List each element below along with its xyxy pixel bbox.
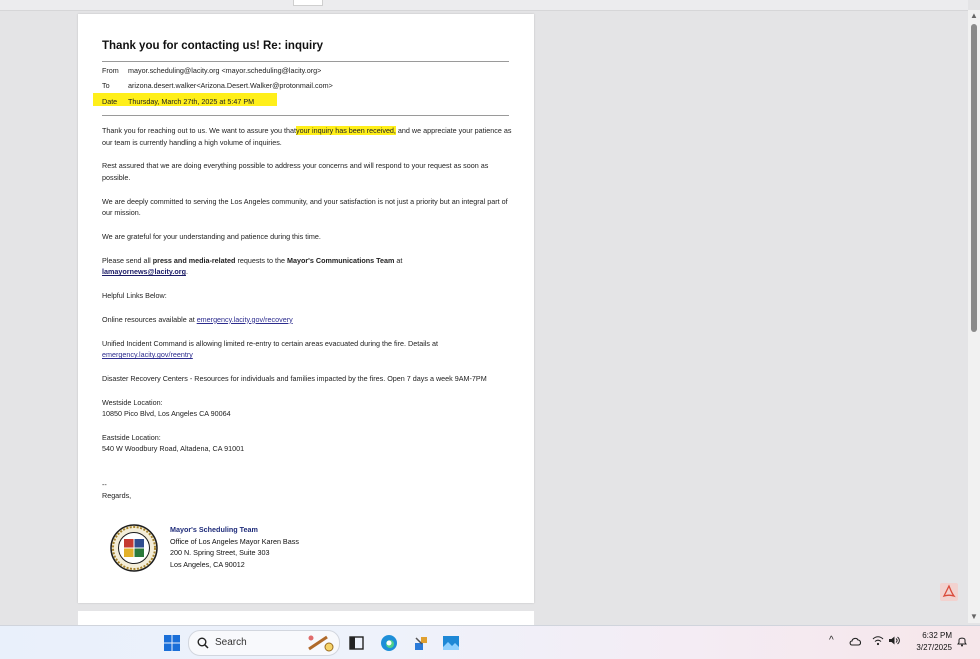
signature-name: Mayor's Scheduling Team <box>170 525 258 534</box>
search-placeholder: Search <box>215 637 247 648</box>
cloud-icon[interactable] <box>849 635 862 647</box>
signature-city: Los Angeles, CA 90012 <box>170 560 245 570</box>
reentry-link[interactable]: emergency.lacity.gov/reentry <box>102 350 193 359</box>
volume-icon[interactable] <box>888 635 900 646</box>
clock-date: 3/27/2025 <box>916 643 952 652</box>
paragraph-recovery: Online resources available at emergency.… <box>102 314 293 324</box>
taskbar: Search ^ 6:32 PM 3/27/2025 <box>0 625 980 659</box>
signature-street: 200 N. Spring Street, Suite 303 <box>170 548 270 558</box>
app-tools-icon[interactable] <box>412 634 430 652</box>
viewer-top-strip <box>0 0 968 11</box>
from-label: From <box>102 66 119 75</box>
scroll-down-arrow-icon[interactable]: ▼ <box>970 613 978 621</box>
notification-bell-icon[interactable] <box>956 635 968 647</box>
search-highlight-icon <box>308 635 334 652</box>
paragraph-reentry: Unified Incident Command is allowing lim… <box>102 338 438 360</box>
taskbar-search[interactable]: Search <box>188 630 340 656</box>
email-body: Thank you for reaching out to us. We wan… <box>102 125 512 514</box>
paragraph-centers: Disaster Recovery Centers - Resources fo… <box>102 373 487 383</box>
press-email-link[interactable]: lamayornews@lacity.org <box>102 267 186 276</box>
scrollbar-thumb[interactable] <box>971 24 977 332</box>
body-divider <box>102 115 509 116</box>
search-icon <box>197 637 209 649</box>
wifi-icon[interactable] <box>872 635 884 646</box>
edge-browser-icon[interactable] <box>380 634 398 652</box>
westside-location: Westside Location: 10850 Pico Blvd, Los A… <box>102 397 231 419</box>
date-label: Date <box>102 97 118 106</box>
viewer-tab[interactable] <box>293 0 323 6</box>
vertical-scrollbar[interactable]: ▲ ▼ <box>968 10 980 623</box>
start-windows-icon[interactable] <box>163 634 181 652</box>
highlighted-text: your inquiry has been received, <box>296 126 396 135</box>
paragraph-helpful-links: Helpful Links Below: <box>102 290 167 300</box>
photos-app-icon[interactable] <box>442 634 460 652</box>
from-value: mayor.scheduling@lacity.org <mayor.sched… <box>128 66 322 75</box>
pdf-tool-icon[interactable] <box>940 583 958 601</box>
paragraph-gratitude: We are grateful for your understanding a… <box>102 231 321 241</box>
scroll-up-arrow-icon[interactable]: ▲ <box>970 12 978 20</box>
paragraph-commitment: We are deeply committed to serving the L… <box>102 196 508 218</box>
tray-overflow-chevron-icon[interactable]: ^ <box>829 635 834 646</box>
paragraph-reassure: Rest assured that we are doing everythin… <box>102 161 489 182</box>
paragraph-intro: Thank you for reaching out to us. We wan… <box>102 126 512 147</box>
to-value: arizona.desert.walker<Arizona.Desert.Wal… <box>128 81 333 90</box>
system-clock[interactable]: 6:32 PM 3/27/2025 <box>906 630 952 654</box>
paragraph-press: Please send all press and media-related … <box>102 255 403 277</box>
header-divider <box>102 61 509 62</box>
city-seal-icon <box>110 524 158 572</box>
email-page: Thank you for contacting us! Re: inquiry… <box>78 14 534 603</box>
clock-time: 6:32 PM <box>922 631 952 640</box>
signature-text: Mayor's Scheduling Team Office of Los An… <box>170 524 299 571</box>
eastside-location: Eastside Location: 540 W Woodbury Road, A… <box>102 432 245 454</box>
closing: -- Regards, <box>102 479 132 501</box>
to-label: To <box>102 81 110 90</box>
date-value: Thursday, March 27th, 2025 at 5:47 PM <box>128 97 255 106</box>
recovery-link[interactable]: emergency.lacity.gov/recovery <box>197 315 293 324</box>
email-subject: Thank you for contacting us! Re: inquiry <box>102 40 324 52</box>
next-page <box>78 611 534 625</box>
signature-office: Office of Los Angeles Mayor Karen Bass <box>170 536 299 546</box>
task-view-icon[interactable] <box>348 634 366 652</box>
